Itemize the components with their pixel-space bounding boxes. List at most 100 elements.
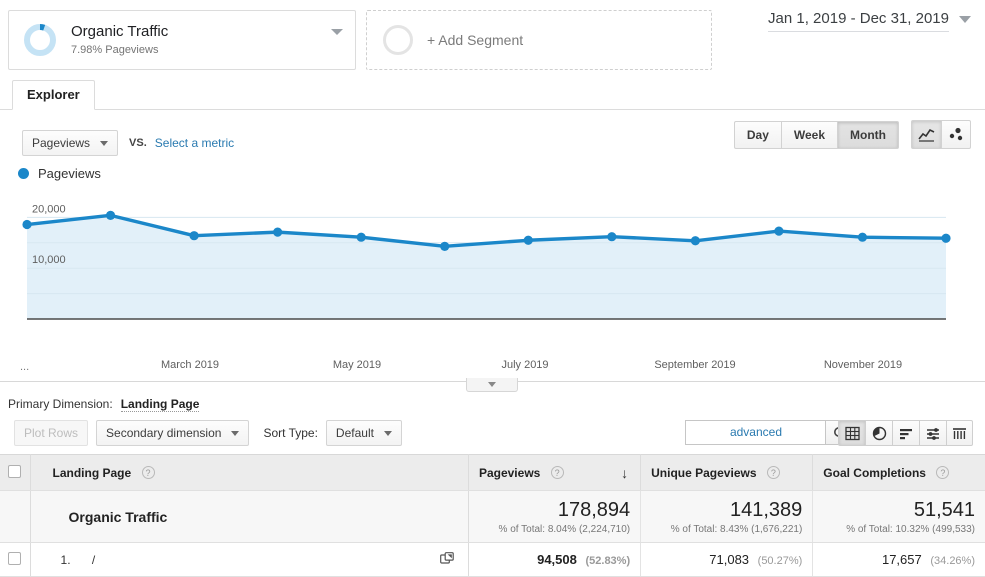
select-metric-link[interactable]: Select a metric: [155, 136, 234, 150]
segment-text: Organic Traffic 7.98% Pageviews: [71, 23, 168, 58]
legend-color-swatch: [18, 167, 29, 179]
row-dimension-cell: 1. /: [30, 542, 469, 577]
select-all-checkbox[interactable]: [8, 464, 22, 478]
column-header-goal-completions[interactable]: Goal Completions ?: [812, 454, 985, 491]
line-chart-icon[interactable]: [911, 120, 941, 149]
segment-card-organic-traffic[interactable]: Organic Traffic 7.98% Pageviews: [8, 10, 356, 70]
sort-type-value: Default: [335, 426, 374, 440]
column-label: Goal Completions: [823, 465, 926, 480]
help-icon[interactable]: ?: [936, 466, 950, 479]
primary-dimension-label: Primary Dimension:: [8, 397, 113, 411]
sort-descending-icon[interactable]: ↓: [621, 465, 628, 481]
chart-legend: Pageviews: [0, 162, 985, 184]
summary-label: Organic Traffic: [30, 490, 469, 543]
chevron-down-icon: [231, 430, 240, 436]
date-range-picker[interactable]: Jan 1, 2019 - Dec 31, 2019: [768, 10, 971, 32]
summary-percent-of-total: % of Total: 8.43% (1,676,221): [670, 523, 803, 535]
row-landing-page-link[interactable]: /: [92, 553, 95, 567]
chart-controls: Day Week Month: [733, 120, 971, 149]
summary-checkbox-cell: [0, 490, 31, 543]
segment-donut-icon: [23, 23, 57, 57]
primary-metric-label: Pageviews: [32, 136, 91, 150]
x-tick-may: May 2019: [332, 359, 382, 371]
open-page-external-icon[interactable]: [440, 552, 454, 568]
pivot-view-icon[interactable]: [946, 420, 973, 446]
chevron-down-icon: [100, 140, 109, 146]
granularity-toggle: Day Week Month: [733, 120, 899, 149]
plot-rows-button[interactable]: Plot Rows: [14, 420, 89, 446]
help-icon[interactable]: ?: [766, 466, 780, 479]
row-value: 94,508: [537, 552, 577, 567]
segment-name: Organic Traffic: [71, 22, 169, 40]
svg-text:20,000: 20,000: [32, 203, 66, 215]
table-body: Organic Traffic 178,894 % of Total: 8.04…: [0, 490, 985, 577]
motion-chart-icon[interactable]: [941, 120, 971, 149]
row-unique-pageviews-cell: 71,083 (50.27%): [640, 542, 814, 577]
bar-chart-view-icon[interactable]: [892, 420, 919, 446]
summary-value: 51,541: [913, 498, 975, 521]
column-header-landing-page[interactable]: Landing Page ?: [30, 454, 469, 491]
column-label: Pageviews: [478, 465, 541, 480]
advanced-link[interactable]: advanced: [730, 425, 782, 439]
chart-type-toggle: [911, 120, 971, 149]
chevron-down-icon: [488, 382, 496, 387]
chevron-down-icon: [959, 15, 971, 23]
row-goal-completions-cell: 17,657 (34.26%): [812, 542, 985, 577]
primary-dimension-value[interactable]: Landing Page: [120, 397, 200, 412]
table-header: Landing Page ? Pageviews ? ↓ Unique Page…: [0, 454, 985, 491]
help-icon[interactable]: ?: [141, 466, 155, 479]
pie-chart-view-icon[interactable]: [865, 420, 892, 446]
landing-page-table: Landing Page ? Pageviews ? ↓ Unique Page…: [0, 454, 985, 577]
summary-unique-pageviews-cell: 141,389 % of Total: 8.43% (1,676,221): [640, 490, 814, 543]
add-segment-button[interactable]: + Add Segment: [366, 10, 712, 70]
granularity-day-button[interactable]: Day: [733, 120, 781, 149]
x-tick-september: September 2019: [654, 359, 736, 371]
tab-bar: Explorer: [0, 80, 985, 110]
performance-view-icon[interactable]: [919, 420, 946, 446]
column-label: Landing Page: [52, 465, 132, 480]
tab-explorer[interactable]: Explorer: [12, 80, 95, 110]
summary-goal-completions-cell: 51,541 % of Total: 10.32% (499,533): [812, 490, 985, 543]
table-view-icon[interactable]: [838, 420, 865, 446]
primary-metric-dropdown[interactable]: Pageviews: [22, 130, 119, 156]
help-icon[interactable]: ?: [550, 466, 564, 479]
x-tick-july: July 2019: [501, 359, 549, 371]
row-index: 1.: [60, 552, 71, 567]
row-value: 71,083: [709, 552, 750, 567]
secondary-dimension-dropdown[interactable]: Secondary dimension: [96, 420, 250, 446]
row-pageviews-cell: 94,508 (52.83%): [468, 542, 642, 577]
chart-x-axis: ... March 2019 May 2019 July 2019 Septem…: [0, 359, 985, 392]
row-percent: (52.83%): [585, 555, 631, 567]
summary-pageviews-cell: 178,894 % of Total: 8.04% (2,224,710): [468, 490, 642, 543]
summary-value: 178,894: [557, 498, 631, 521]
x-axis-ellipsis: ...: [20, 361, 30, 373]
chevron-down-icon[interactable]: [331, 29, 343, 35]
column-header-unique-pageviews[interactable]: Unique Pageviews ?: [640, 454, 814, 491]
table-row: 1. / 94,508 (52.83%) 71,083 (50.27%) 17,…: [0, 542, 985, 577]
summary-percent-of-total: % of Total: 8.04% (2,224,710): [498, 523, 631, 535]
summary-value: 141,389: [730, 498, 803, 521]
table-summary-row: Organic Traffic 178,894 % of Total: 8.04…: [0, 490, 985, 543]
row-percent: (50.27%): [757, 555, 803, 567]
segment-subtitle: 7.98% Pageviews: [71, 43, 159, 56]
add-segment-circle-icon: [383, 25, 413, 55]
row-checkbox[interactable]: [8, 551, 22, 565]
table-view-toggle: [838, 420, 973, 446]
chevron-down-icon: [383, 430, 392, 436]
pageviews-line-chart: 10,000 20,000: [0, 184, 985, 359]
collapse-chart-button[interactable]: [466, 378, 518, 392]
vs-label: VS.: [129, 137, 147, 149]
granularity-week-button[interactable]: Week: [780, 120, 838, 149]
table-header-row: Landing Page ? Pageviews ? ↓ Unique Page…: [0, 454, 985, 491]
svg-text:10,000: 10,000: [32, 254, 66, 266]
legend-label-pageviews: Pageviews: [38, 165, 101, 181]
summary-percent-of-total: % of Total: 10.32% (499,533): [846, 523, 975, 535]
secondary-dimension-label: Secondary dimension: [106, 426, 222, 440]
column-header-pageviews[interactable]: Pageviews ? ↓: [468, 454, 642, 491]
column-label: Unique Pageviews: [651, 465, 757, 480]
row-value: 17,657: [881, 552, 922, 567]
sort-type-dropdown[interactable]: Default: [325, 420, 402, 446]
add-segment-label: + Add Segment: [427, 32, 524, 48]
granularity-month-button[interactable]: Month: [837, 120, 899, 149]
date-range-label: Jan 1, 2019 - Dec 31, 2019: [768, 10, 949, 32]
